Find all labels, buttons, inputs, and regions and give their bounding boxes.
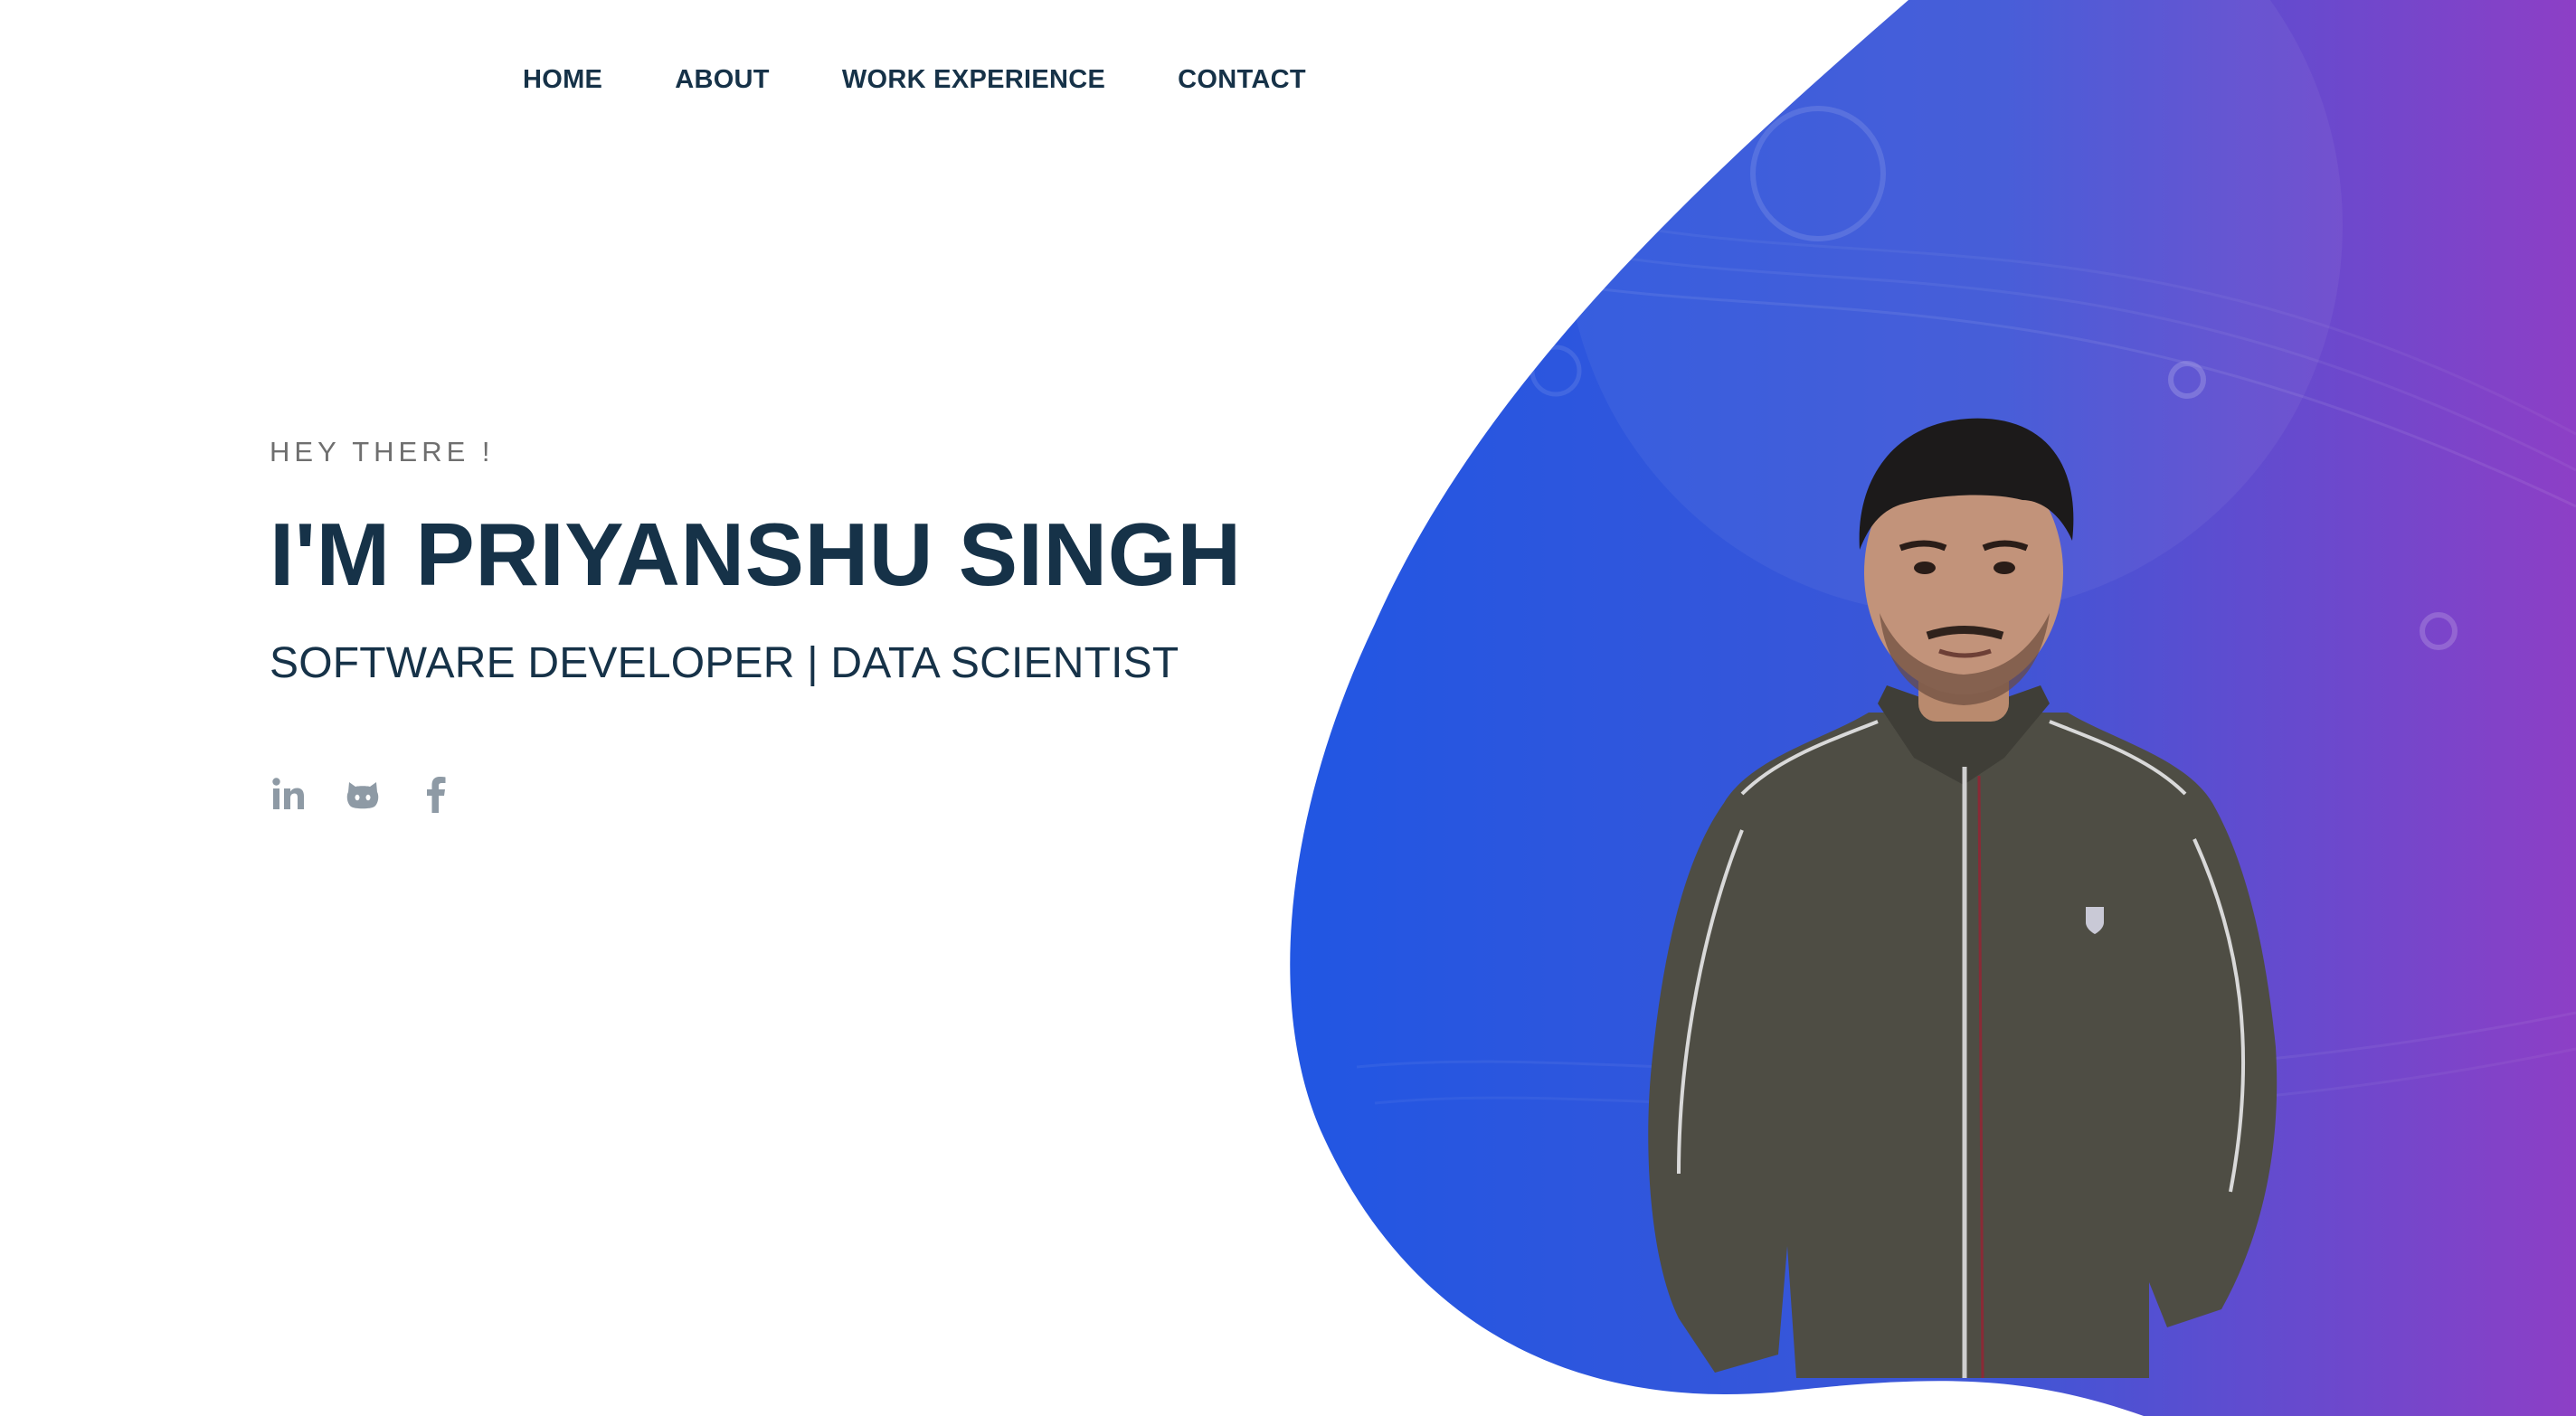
hero-section: HEY THERE ! I'M PRIYANSHU SINGH SOFTWARE… (270, 436, 1242, 813)
social-links (270, 775, 1242, 813)
nav-home-link[interactable]: HOME (523, 65, 602, 95)
linkedin-icon[interactable] (270, 775, 308, 813)
page: HOME ABOUT WORK EXPERIENCE CONTACT HEY T… (0, 0, 2576, 1416)
nav-contact-link[interactable]: CONTACT (1178, 65, 1306, 95)
nav-work-experience-link[interactable]: WORK EXPERIENCE (842, 65, 1105, 95)
hero-name-heading: I'M PRIYANSHU SINGH (270, 505, 1242, 604)
github-icon[interactable] (344, 775, 382, 813)
nav-about-link[interactable]: ABOUT (675, 65, 770, 95)
facebook-icon[interactable] (418, 775, 456, 813)
hero-role-subtitle: SOFTWARE DEVELOPER | DATA SCIENTIST (270, 638, 1179, 687)
main-navigation: HOME ABOUT WORK EXPERIENCE CONTACT (523, 65, 1306, 95)
hero-greeting: HEY THERE ! (270, 436, 495, 467)
profile-photo (1648, 418, 2278, 1378)
